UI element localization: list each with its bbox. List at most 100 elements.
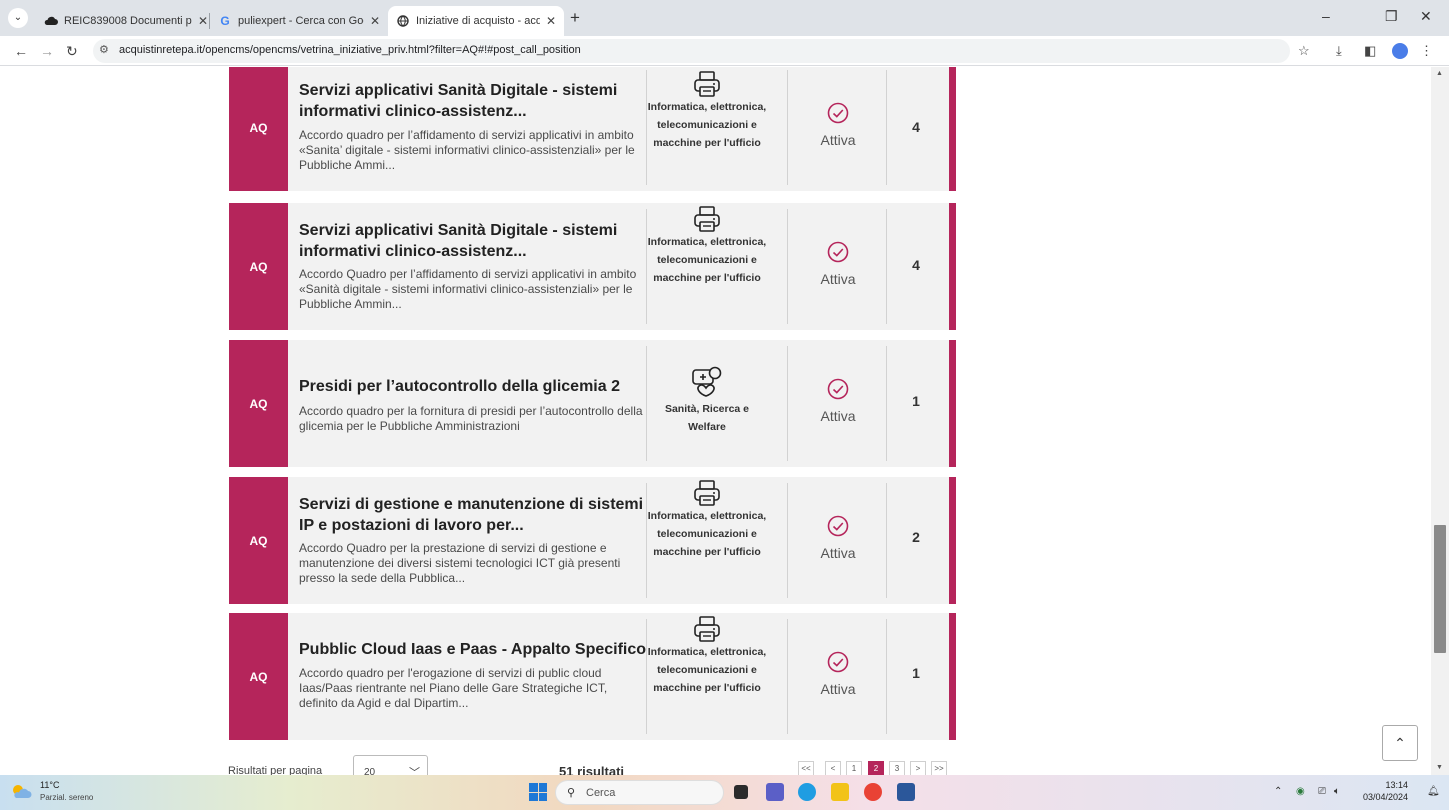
status-cell: Attiva [788,651,888,697]
tab-iniziative-acquisto[interactable]: Iniziative di acquisto - acquistin ✕ [388,6,564,36]
tab-title: REIC839008 Documenti protoco [64,15,192,27]
restore-icon[interactable]: ❐ [1385,8,1398,25]
next-page-button[interactable]: > [910,761,926,775]
page-viewport: AQ Servizi applicativi Sanità Digitale -… [0,67,1431,775]
lots-count: 4 [912,119,920,135]
address-bar[interactable]: ⚙ acquistinretepa.it/opencms/opencms/vet… [93,39,1290,63]
status-text: Attiva [820,271,856,287]
tab-title: Iniziative di acquisto - acquistin [416,15,540,27]
site-settings-icon[interactable]: ⚙ [99,43,109,56]
check-circle-icon [827,378,849,400]
new-tab-button[interactable]: + [570,9,580,27]
windows-taskbar: 11°C Parzial. sereno ⚲ Cerca ⌃ ◉ ⎚ 🔈︎ 13… [0,775,1449,810]
status-cell: Attiva [788,515,888,561]
row-accent-bar [949,477,956,604]
forward-arrow-icon[interactable]: → [40,42,54,60]
file-explorer-icon[interactable] [831,783,849,801]
category-label: Informatica, elettronica, telecomunicazi… [647,646,767,694]
category-cell: Informatica, elettronica, telecomunicazi… [647,615,767,697]
category-cell: Informatica, elettronica, telecomunicazi… [647,205,767,287]
show-hidden-icons-icon[interactable]: ⌃ [1274,786,1282,797]
download-icon[interactable]: ⤓ [1336,44,1342,58]
network-icon[interactable]: ⎚ [1318,786,1326,797]
status-cell: Attiva [788,102,888,148]
task-view-icon[interactable] [734,785,748,799]
initiative-row[interactable]: AQ Servizi applicativi Sanità Digitale -… [229,67,956,191]
close-window-icon[interactable]: ✕ [1420,8,1432,25]
windows-start-button[interactable] [529,783,547,801]
weather-partly-sunny-icon[interactable] [10,783,32,799]
initiative-row[interactable]: AQ Servizi di gestione e manutenzione di… [229,477,956,604]
search-icon: ⚲ [567,787,576,799]
page-button-1[interactable]: 1 [846,761,862,775]
tray-app-icon[interactable]: ◉ [1296,786,1305,797]
last-page-button[interactable]: >> [931,761,947,775]
notifications-bell-icon[interactable]: 🔔︎ [1427,786,1440,797]
url-text[interactable]: acquistinretepa.it/opencms/opencms/vetri… [119,44,581,56]
google-icon: G [220,14,230,28]
tab-google-search[interactable]: G puliexpert - Cerca con Google ✕ [210,6,388,36]
clock-date: 03/04/2024 [1363,792,1409,802]
per-page-select[interactable]: 20 ﹀ [353,755,428,775]
initiative-title[interactable]: Pubblic Cloud Iaas e Paas - Appalto Spec… [299,639,649,660]
profile-avatar[interactable] [1392,43,1408,59]
minimize-icon[interactable]: – [1322,8,1330,24]
per-page-value: 20 [364,767,376,775]
close-tab-icon[interactable]: ✕ [370,14,380,28]
browser-menu-icon[interactable]: ⋮ [1420,44,1433,58]
scroll-down-arrow-icon[interactable]: ▼ [1436,764,1443,771]
prev-page-button[interactable]: < [825,761,841,775]
volume-icon[interactable]: 🔈︎ [1334,786,1340,797]
weather-temperature[interactable]: 11°C [40,780,59,790]
initiative-title[interactable]: Servizi di gestione e manutenzione di si… [299,494,649,536]
printer-icon [694,616,720,642]
bookmark-star-icon[interactable]: ☆ [1298,44,1310,58]
type-badge: AQ [229,340,288,467]
page-button-2[interactable]: 2 [868,761,884,775]
category-label: Informatica, elettronica, telecomunicazi… [647,510,767,558]
page-button-3[interactable]: 3 [889,761,905,775]
scroll-up-arrow-icon[interactable]: ▲ [1436,70,1443,77]
column-divider [886,619,887,734]
edge-icon[interactable] [798,783,816,801]
column-divider [886,483,887,598]
printer-icon [694,71,720,97]
chevron-up-icon: ⌃ [1394,735,1406,751]
status-text: Attiva [820,408,856,424]
side-panel-icon[interactable]: ◧ [1364,44,1376,58]
chrome-icon[interactable] [864,783,882,801]
lots-count: 1 [912,393,920,409]
printer-icon [694,480,720,506]
page-scrollbar[interactable]: ▲ ▼ [1431,67,1449,775]
word-icon[interactable] [897,783,915,801]
close-tab-icon[interactable]: ✕ [198,14,208,28]
tab-search-menu-button[interactable]: ⌄ [8,8,28,28]
first-page-button[interactable]: << [798,761,814,775]
type-badge: AQ [229,613,288,740]
scrollbar-thumb[interactable] [1434,525,1446,653]
taskbar-search-box[interactable]: ⚲ Cerca [555,780,724,805]
results-count: 51 risultati [559,764,625,775]
scroll-to-top-button[interactable]: ⌃ [1382,725,1418,761]
initiative-title[interactable]: Servizi applicativi Sanità Digitale - si… [299,220,649,262]
globe-icon [396,14,410,28]
type-badge: AQ [229,67,288,191]
initiative-title[interactable]: Presidi per l’autocontrollo della glicem… [299,376,649,397]
reload-icon[interactable]: ↻ [66,42,78,60]
back-arrow-icon[interactable]: ← [14,42,28,60]
close-tab-icon[interactable]: ✕ [546,14,556,28]
check-circle-icon [827,515,849,537]
column-divider [886,209,887,324]
tab-documenti[interactable]: REIC839008 Documenti protoco ✕ [36,6,216,36]
taskbar-clock[interactable]: 13:14 03/04/2024 [1363,779,1408,803]
initiative-title[interactable]: Servizi applicativi Sanità Digitale - si… [299,80,649,122]
type-badge: AQ [229,477,288,604]
lots-count: 2 [912,529,920,545]
initiative-description: Accordo quadro per l'erogazione di servi… [299,666,608,710]
weather-description[interactable]: Parzial. sereno [40,793,93,802]
row-accent-bar [949,67,956,191]
initiative-row[interactable]: AQ Pubblic Cloud Iaas e Paas - Appalto S… [229,613,956,740]
initiative-row[interactable]: AQ Presidi per l’autocontrollo della gli… [229,340,956,467]
initiative-row[interactable]: AQ Servizi applicativi Sanità Digitale -… [229,203,956,330]
teams-icon[interactable] [766,783,784,801]
